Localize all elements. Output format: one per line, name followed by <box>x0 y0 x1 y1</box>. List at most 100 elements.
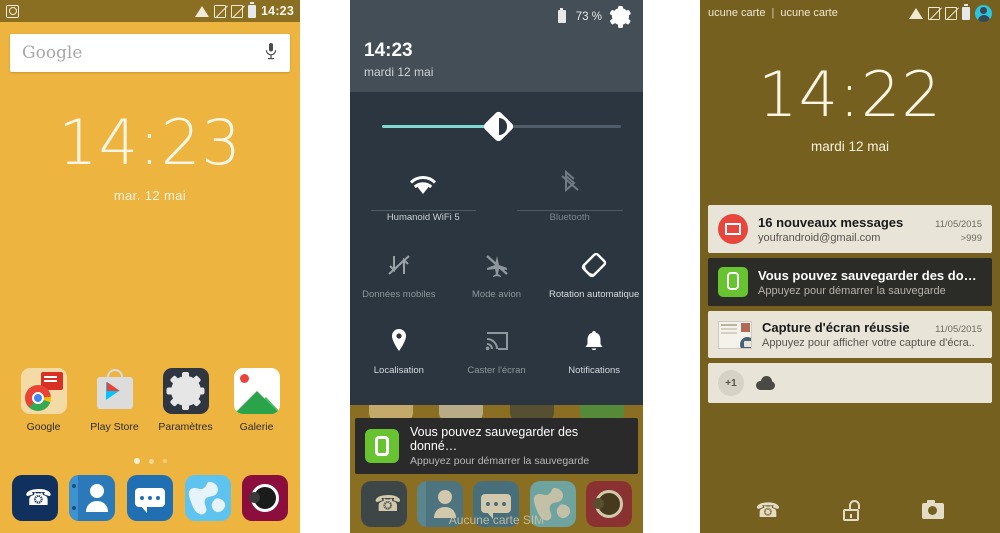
app-label: Google <box>26 421 61 433</box>
notification-card[interactable]: Capture d'écran réussie 11/05/2015 Appuy… <box>708 311 992 358</box>
page-dot-active[interactable] <box>133 458 140 464</box>
qs-toggle-row-1: Données mobiles Mode avion Rotation auto… <box>350 238 643 314</box>
brightness-icon[interactable] <box>487 115 511 138</box>
app-label: Galerie <box>239 421 274 433</box>
cast-screen-icon <box>448 326 546 356</box>
qs-toggle-row-2: Localisation Caster l'écran Notification… <box>350 314 643 390</box>
quick-settings-panel: 73 % 14:23 mardi 12 mai Humanoid WiFi 5 … <box>350 0 643 533</box>
more-notifications-row[interactable]: +1 <box>708 363 992 403</box>
search-input-placeholder[interactable]: Google <box>22 43 264 63</box>
google-folder-icon[interactable] <box>20 368 67 414</box>
qs-top-toggles: Humanoid WiFi 5 Bluetooth <box>350 160 643 229</box>
toggle-label: Caster l'écran <box>467 365 526 376</box>
notification-subtitle: Appuyez pour démarrer la sauvegarde <box>758 284 946 297</box>
home-clock-date: mar. 12 mai <box>113 188 187 203</box>
toggle-label: Localisation <box>373 365 424 376</box>
app-grid: Google Play Store Paramètres Galerie <box>0 368 300 433</box>
gallery-icon[interactable] <box>233 368 280 414</box>
app-label: Paramètres <box>158 421 213 433</box>
toggle-label: Rotation automatique <box>549 289 640 300</box>
home-clock-widget: 14:23 mar. 12 mai <box>0 106 300 204</box>
page-indicator-dots[interactable] <box>0 458 300 464</box>
toggle-auto-rotate[interactable]: Rotation automatique <box>545 238 643 314</box>
backup-icon <box>365 429 399 463</box>
brightness-slider[interactable] <box>382 115 621 138</box>
app-google[interactable]: Google <box>14 368 74 433</box>
phone-icon[interactable]: ☎ <box>756 501 781 521</box>
sim-status-text: Aucune carte SIM <box>448 513 545 527</box>
carrier-separator: | <box>771 7 775 19</box>
page-dot[interactable] <box>162 459 167 463</box>
play-store-icon[interactable] <box>92 368 138 414</box>
lock-clock-widget: 14:22 mardi 12 mai <box>700 58 1000 155</box>
toggle-location[interactable]: Localisation <box>350 314 448 390</box>
lock-clock-time: 14:22 <box>758 58 942 131</box>
home-dock: ☎ <box>0 475 300 521</box>
toggle-airplane-mode[interactable]: Mode avion <box>448 238 546 314</box>
airplane-off-icon <box>448 250 546 280</box>
settings-gear-icon[interactable] <box>162 368 209 414</box>
status-right-icons: 14:23 <box>194 2 294 18</box>
camera-icon[interactable] <box>922 499 945 519</box>
qs-wallpaper-area: Vous pouvez sauvegarder des donné… Appuy… <box>350 405 643 533</box>
qs-clock-date: mardi 12 mai <box>364 65 434 79</box>
notification-title: Vous pouvez sauvegarder des donné… <box>758 267 982 283</box>
status-clock: 14:23 <box>261 4 294 18</box>
lock-clock-date: mardi 12 mai <box>810 139 890 154</box>
wifi-icon <box>194 5 209 17</box>
location-pin-icon <box>350 326 448 356</box>
lock-status-bar: ucune carte | ucune carte <box>700 0 1000 26</box>
bluetooth-off-icon <box>497 160 644 196</box>
unlocked-padlock-icon[interactable] <box>843 500 861 521</box>
carrier-label-2: ucune carte <box>780 7 838 19</box>
mobile-data-off-icon <box>350 250 448 280</box>
brightness-slider-fill <box>382 125 492 128</box>
toggle-cast-screen[interactable]: Caster l'écran <box>448 314 546 390</box>
cloud-upload-icon <box>756 376 775 390</box>
notification-title: 16 nouveaux messages <box>758 214 904 230</box>
toggle-mobile-data[interactable]: Données mobiles <box>350 238 448 314</box>
google-search-bar[interactable]: Google <box>10 34 290 72</box>
toggle-wifi[interactable]: Humanoid WiFi 5 <box>350 160 497 229</box>
contacts-icon[interactable] <box>69 475 116 521</box>
page-dot[interactable] <box>148 458 154 464</box>
app-settings[interactable]: Paramètres <box>156 368 216 433</box>
bell-icon <box>545 326 643 356</box>
no-sim-icon <box>231 4 244 18</box>
phone-icon[interactable]: ☎ <box>11 475 58 521</box>
notification-subtitle: youfrandroid@gmail.com <box>758 231 881 244</box>
camera-lens-icon[interactable] <box>242 475 289 521</box>
user-avatar-icon[interactable] <box>975 4 992 22</box>
battery-icon <box>248 2 257 18</box>
toggle-label: Mode avion <box>471 289 522 300</box>
toggle-bluetooth[interactable]: Bluetooth <box>497 160 644 229</box>
toggle-label: Données mobiles <box>362 289 436 300</box>
globe-icon[interactable] <box>184 475 231 521</box>
quick-settings-header: 73 % 14:23 mardi 12 mai <box>350 0 643 92</box>
toggle-notifications[interactable]: Notifications <box>545 314 643 390</box>
notification-title: Vous pouvez sauvegarder des donné… <box>410 425 579 453</box>
notification-date: 11/05/2015 <box>935 324 982 335</box>
notification-title: Capture d'écran réussie <box>762 320 910 335</box>
microphone-icon[interactable] <box>264 42 278 65</box>
carrier-label-1: ucune carte <box>708 7 766 19</box>
screenshot-icon <box>718 320 752 349</box>
notification-card[interactable]: 16 nouveaux messages 11/05/2015 youfrand… <box>708 205 992 253</box>
app-gallery[interactable]: Galerie <box>227 368 287 433</box>
qs-notification-card[interactable]: Vous pouvez sauvegarder des donné… Appuy… <box>355 418 638 474</box>
notification-card[interactable]: Vous pouvez sauvegarder des donné… Appuy… <box>708 258 992 306</box>
lock-status-icons <box>908 4 992 22</box>
message-bubble-icon[interactable] <box>126 475 173 521</box>
no-sim-icon <box>928 6 940 20</box>
wifi-icon <box>908 7 923 19</box>
app-play-store[interactable]: Play Store <box>85 368 145 433</box>
qs-toggle-grid: Données mobiles Mode avion Rotation auto… <box>350 238 643 390</box>
battery-icon <box>557 7 566 23</box>
home-screen-panel: 14:23 Google 14:23 mar. 12 mai Google Pl… <box>0 0 300 533</box>
gear-icon[interactable] <box>609 5 632 28</box>
notification-subtitle: Appuyez pour démarrer la sauvegarde <box>410 455 590 467</box>
no-sim-icon <box>945 6 957 20</box>
lock-screen-panel: ucune carte | ucune carte 14:22 mardi 12… <box>700 0 1000 533</box>
qs-header-row: 73 % <box>364 5 632 28</box>
home-clock-time: 14:23 <box>58 106 242 179</box>
